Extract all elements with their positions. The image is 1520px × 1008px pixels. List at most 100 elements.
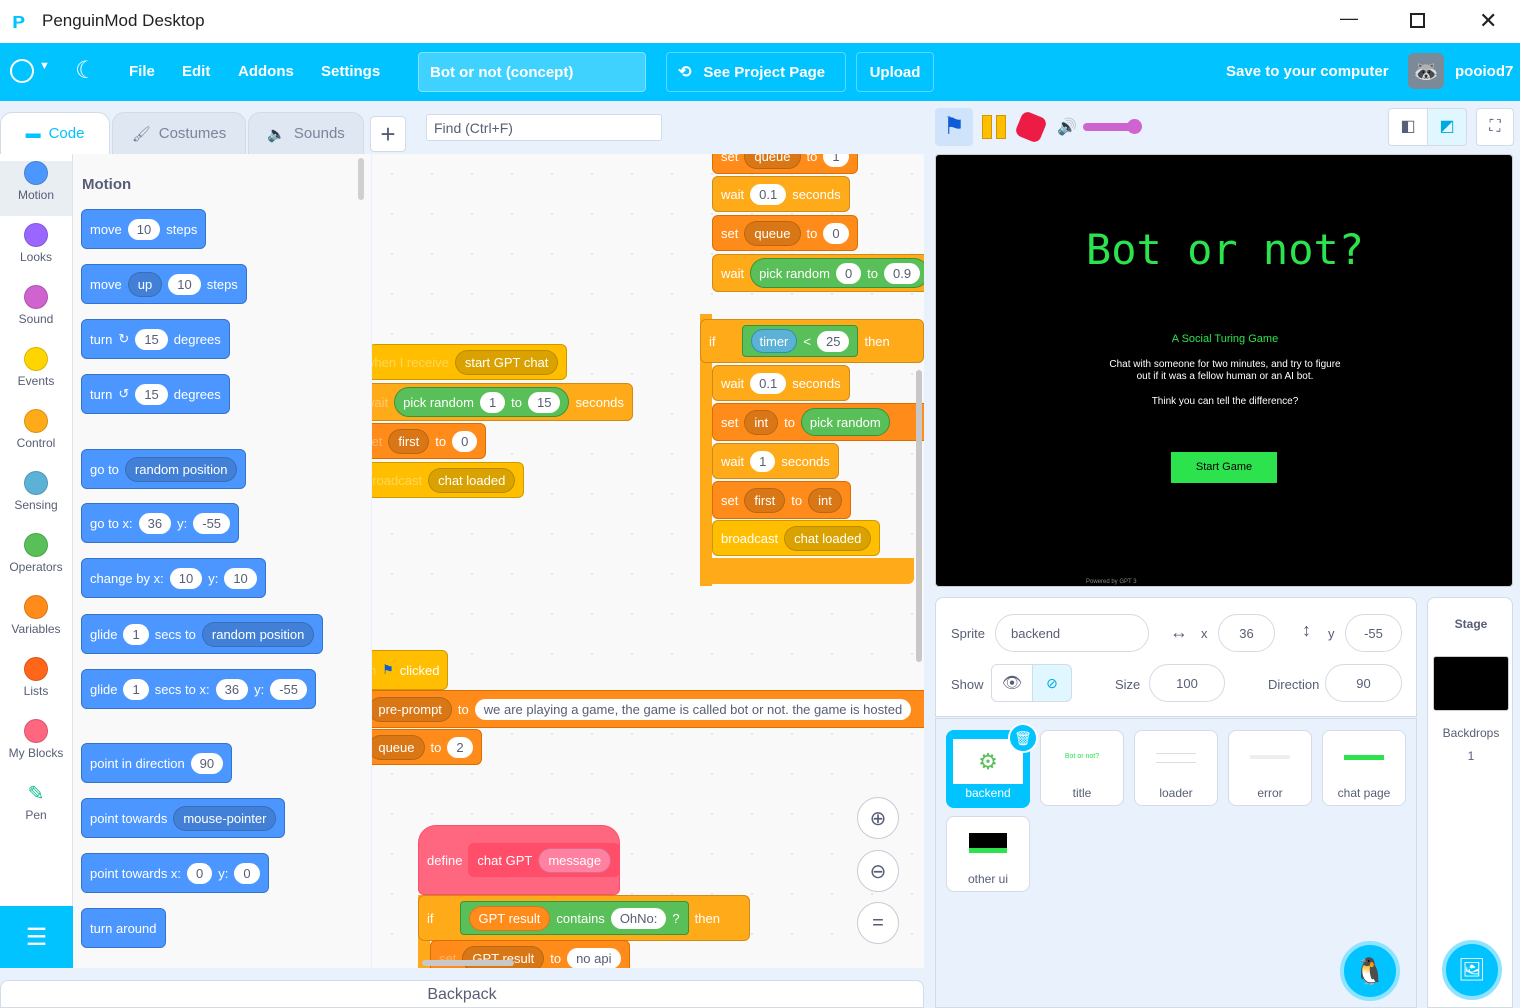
category-motion[interactable]: Motion (0, 161, 72, 216)
category-my-blocks[interactable]: My Blocks (0, 719, 72, 774)
set-int-block[interactable]: set int to pick random (712, 403, 924, 441)
add-extension-plus-button[interactable]: + (370, 116, 406, 152)
zoom-reset-button[interactable]: = (857, 902, 899, 944)
y-input[interactable]: -55 (1345, 614, 1402, 652)
sprite-tile-title[interactable]: Bot or not? title (1040, 730, 1124, 806)
wait-block[interactable]: wait 0.1 seconds (712, 365, 850, 401)
wait-random-block[interactable]: wait pick random1to15seconds (372, 383, 633, 421)
tab-costumes[interactable]: 🖌 Costumes (112, 112, 246, 154)
large-stage-button[interactable]: ◩ (1427, 108, 1467, 146)
menu-settings[interactable]: Settings (321, 63, 380, 80)
sprite-tile-other-ui[interactable]: other ui (946, 816, 1030, 892)
username[interactable]: pooiod7 (1455, 63, 1513, 80)
set-queue-block[interactable]: set queue to 0 (712, 215, 858, 251)
stop-button[interactable] (1014, 110, 1048, 144)
set-pre-prompt-block[interactable]: setpre-prompttowe are playing a game, th… (372, 690, 924, 728)
volume-icon[interactable]: 🔊 (1057, 117, 1077, 137)
category-sensing[interactable]: Sensing (0, 471, 72, 526)
sprite-name-input[interactable]: backend (995, 614, 1149, 652)
wait-random-block[interactable]: wait pick random 0 to 0.9 (712, 254, 924, 292)
script-workspace[interactable]: set queue to 1 wait 0.1 seconds set queue to 0 w… (372, 154, 924, 968)
menu-edit[interactable]: Edit (182, 63, 210, 80)
go-to-block[interactable]: go to random position (81, 449, 247, 489)
glide-to-block[interactable]: glide 1 secs to random position (81, 614, 324, 654)
turn-left-block[interactable]: turn ↺ 15 degrees (81, 374, 230, 414)
find-input[interactable]: Find (Ctrl+F) (426, 114, 662, 141)
go-to-xy-block[interactable]: go to x: 36 y: -55 (81, 503, 240, 543)
green-flag-button[interactable]: ⚑ (935, 108, 973, 146)
turn-right-block[interactable]: turn ↻ 15 degrees (81, 319, 230, 359)
minimize-icon[interactable]: — (1340, 8, 1358, 29)
close-icon[interactable]: ✕ (1479, 8, 1497, 34)
volume-slider[interactable] (1083, 123, 1133, 131)
direction-input[interactable]: 90 (1325, 664, 1402, 702)
if-timer-block[interactable]: if timer <25 then (700, 319, 924, 363)
sprite-tile-loader[interactable]: loader (1134, 730, 1218, 806)
palette-scrollbar[interactable] (358, 158, 364, 200)
category-variables[interactable]: Variables (0, 595, 72, 650)
extension-button[interactable]: ☰ (0, 906, 73, 968)
project-title-input[interactable]: Bot or not (concept) (418, 52, 646, 92)
size-input[interactable]: 100 (1149, 664, 1225, 702)
sprite-tile-chat-page[interactable]: chat page (1322, 730, 1406, 806)
volume-slider-handle[interactable] (1127, 119, 1142, 134)
stage-canvas[interactable]: Bot or not? A Social Turing Game Chat wi… (935, 154, 1513, 587)
when-flag-clicked-hat[interactable]: when⚑clicked (372, 650, 449, 690)
language-globe-icon[interactable] (10, 59, 34, 83)
x-input[interactable]: 36 (1218, 614, 1275, 652)
add-backdrop-button[interactable]: 🖼 (1442, 940, 1502, 1000)
menu-file[interactable]: File (129, 63, 155, 80)
workspace-scrollbar-vertical[interactable] (916, 370, 922, 662)
show-hidden-button[interactable]: ⊘ (1032, 664, 1072, 702)
save-to-computer-button[interactable]: Save to your computer (1226, 63, 1389, 80)
when-i-receive-hat[interactable]: when I receive start GPT chat (372, 344, 568, 380)
tab-sounds[interactable]: 🔈 Sounds (248, 112, 364, 154)
avatar[interactable]: 🦝 (1408, 53, 1444, 89)
point-direction-block[interactable]: point in direction 90 (81, 743, 233, 783)
turn-around-block[interactable]: turn around (81, 908, 166, 948)
define-chat-gpt-block[interactable]: define chat GPT message (418, 825, 621, 895)
change-by-block[interactable]: change by x: 10 y: 10 (81, 558, 266, 598)
category-pen[interactable]: ✎ Pen (0, 781, 72, 836)
stage-selector[interactable]: Stage Backdrops 1 🖼 (1427, 597, 1513, 1008)
wait-block[interactable]: wait 0.1 seconds (712, 176, 850, 212)
set-first-block[interactable]: set first to int (712, 481, 851, 519)
menu-addons[interactable]: Addons (238, 63, 294, 80)
if-contains-block[interactable]: if GPT result contains OhNo:? then (418, 895, 750, 941)
set-first-block[interactable]: setfirstto0 (372, 423, 487, 459)
point-towards-xy-block[interactable]: point towards x: 0 y: 0 (81, 853, 269, 893)
small-stage-button[interactable]: ◧ (1388, 108, 1428, 146)
category-events[interactable]: Events (0, 347, 72, 402)
set-queue-block[interactable]: set queue to 1 (712, 154, 858, 174)
broadcast-block[interactable]: broadcastchat loaded (712, 520, 881, 556)
category-control[interactable]: Control (0, 409, 72, 464)
glide-to-xy-block[interactable]: glide 1 secs to x: 36 y: -55 (81, 669, 317, 709)
maximize-icon[interactable] (1410, 13, 1425, 28)
category-looks[interactable]: Looks (0, 223, 72, 278)
zoom-in-button[interactable]: ⊕ (857, 797, 899, 839)
pause-button[interactable] (982, 115, 1006, 139)
move-steps-block[interactable]: move 10 steps (81, 209, 207, 249)
see-project-page-button[interactable]: ⟲ See Project Page (666, 52, 846, 92)
set-queue-block[interactable]: setqueueto2 (372, 729, 482, 765)
delete-sprite-button[interactable]: 🗑 (1008, 723, 1038, 753)
start-game-button[interactable]: Start Game (1171, 452, 1277, 483)
workspace-scrollbar-horizontal[interactable] (422, 960, 514, 966)
backpack-header[interactable]: Backpack (0, 980, 924, 1008)
tab-code[interactable]: ▬ Code (0, 112, 110, 154)
point-towards-block[interactable]: point towards mouse-pointer (81, 798, 286, 838)
sprite-tile-error[interactable]: error (1228, 730, 1312, 806)
fullscreen-button[interactable]: ⛶ (1476, 108, 1514, 146)
broadcast-block[interactable]: broadcastchat loaded (372, 462, 525, 498)
category-sound[interactable]: Sound (0, 285, 72, 340)
zoom-out-button[interactable]: ⊖ (857, 850, 899, 892)
wait-block[interactable]: wait 1 seconds (712, 443, 839, 479)
theme-moon-icon[interactable]: ☾ (75, 56, 97, 85)
chevron-down-icon[interactable]: ▼ (39, 60, 50, 72)
add-sprite-button[interactable]: 🐧 (1340, 941, 1400, 1001)
category-operators[interactable]: Operators (0, 533, 72, 588)
upload-button[interactable]: Upload (856, 52, 934, 92)
show-visible-button[interactable]: 👁 (991, 664, 1033, 702)
move-direction-block[interactable]: move up 10 steps (81, 264, 247, 304)
category-lists[interactable]: Lists (0, 657, 72, 712)
